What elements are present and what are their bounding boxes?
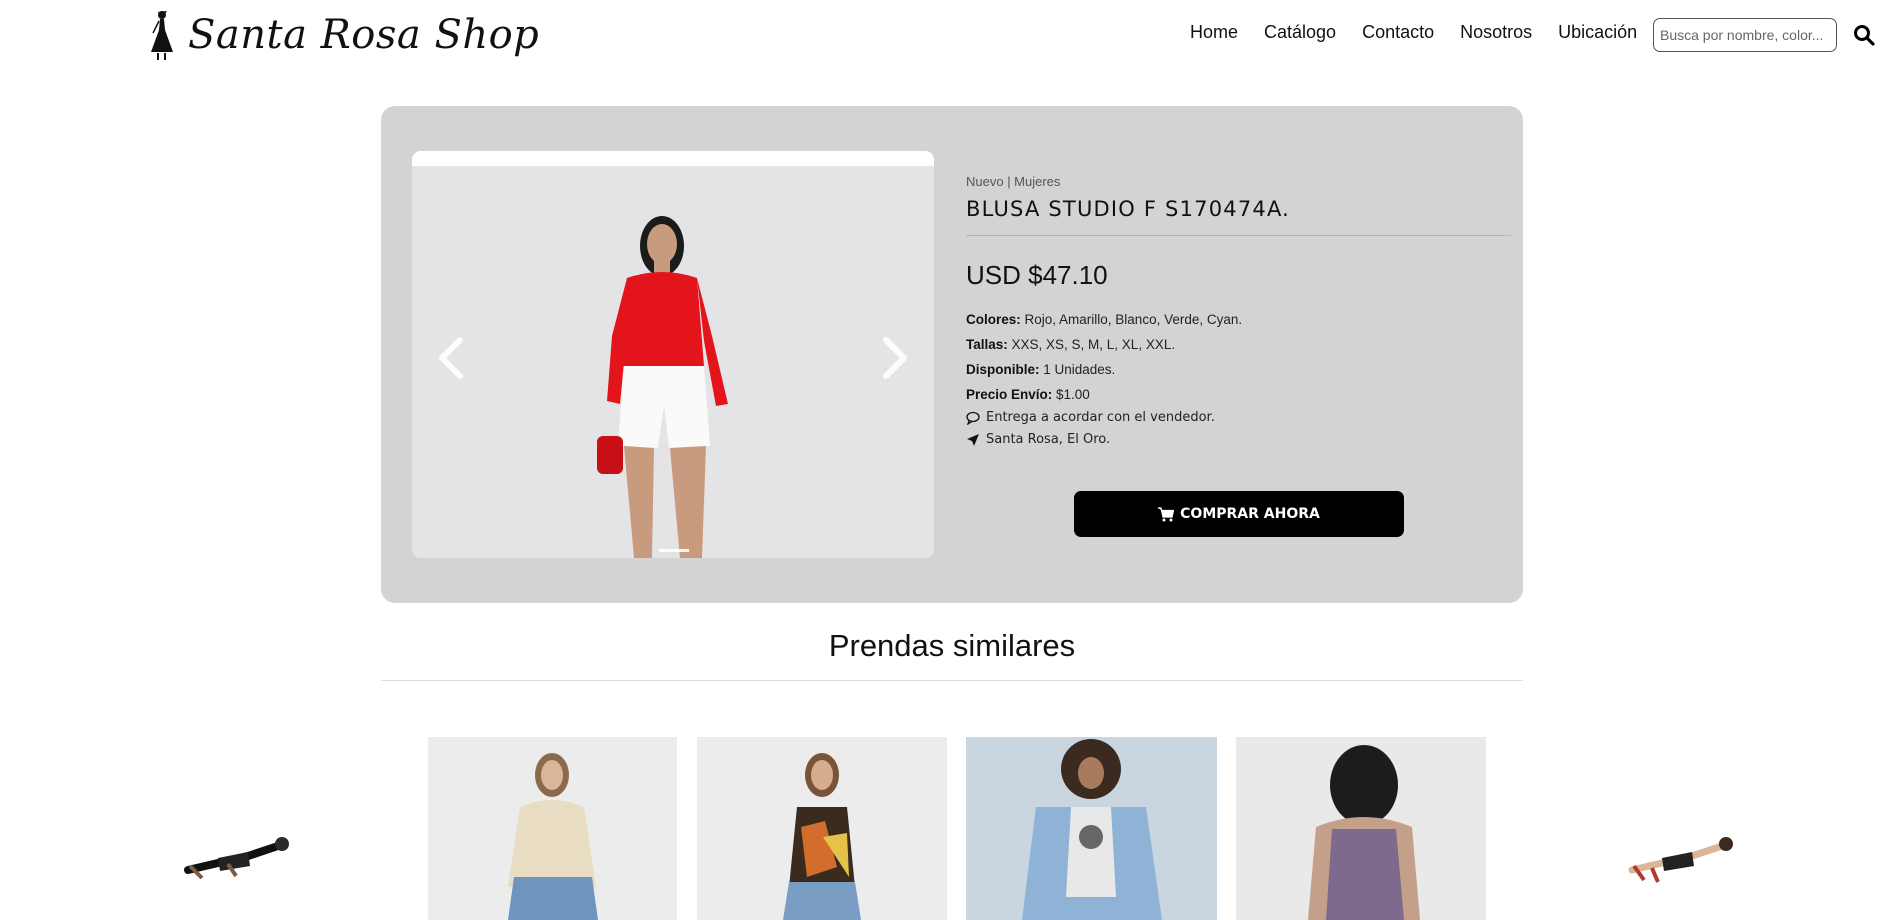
carousel-next-model-icon[interactable] (1622, 808, 1742, 888)
buy-now-button[interactable]: COMPRAR AHORA (1074, 491, 1404, 537)
product-info: Nuevo | Mujeres BLUSA STUDIO F S170474A.… (966, 174, 1511, 451)
purple-knit-top-back-image (1236, 737, 1486, 920)
product-carousel[interactable] (412, 151, 934, 558)
nav-catalogo[interactable]: Catálogo (1264, 22, 1336, 43)
spec-available: Disponible: 1 Unidades. (966, 357, 1511, 382)
shopping-cart-icon (1158, 506, 1175, 521)
model-red-top-image (412, 166, 934, 558)
similar-item-3[interactable] (966, 737, 1217, 920)
lady-silhouette-icon (151, 11, 173, 60)
similar-title: Prendas similares (828, 628, 1076, 663)
spec-value: 1 Unidades. (1039, 362, 1116, 377)
spec-label: Precio Envío: (966, 387, 1053, 402)
spec-label: Disponible: (966, 362, 1040, 377)
similar-item-1[interactable] (428, 737, 677, 920)
product-panel: Nuevo | Mujeres BLUSA STUDIO F S170474A.… (381, 106, 1523, 603)
spec-value: XXS, XS, S, M, L, XL, XXL. (1007, 337, 1176, 352)
nav-nosotros[interactable]: Nosotros (1460, 22, 1532, 43)
spec-value: Rojo, Amarillo, Blanco, Verde, Cyan. (1020, 312, 1243, 327)
spec-label: Tallas: (966, 337, 1008, 352)
similar-item-4[interactable] (1236, 737, 1486, 920)
spec-colors: Colores: Rojo, Amarillo, Blanco, Verde, … (966, 307, 1511, 332)
search-icon[interactable] (1852, 23, 1876, 47)
delivery-note: Entrega a acordar con el vendedor. (966, 407, 1511, 429)
navbar: Santa Rosa Shop Home Catálogo Contacto N… (0, 0, 1903, 68)
similar-item-2[interactable] (697, 737, 947, 920)
carousel-prev-icon[interactable] (434, 336, 470, 380)
spec-value: $1.00 (1052, 387, 1090, 402)
location-note: Santa Rosa, El Oro. (966, 429, 1511, 451)
carousel-prev-model-icon[interactable] (178, 808, 298, 888)
nav-links: Home Catálogo Contacto Nosotros Ubicació… (1190, 22, 1637, 43)
location-arrow-icon (967, 434, 979, 446)
spec-sizes: Tallas: XXS, XS, S, M, L, XL, XXL. (966, 332, 1511, 357)
product-title: BLUSA STUDIO F S170474A. (966, 197, 1291, 221)
nav-contacto[interactable]: Contacto (1362, 22, 1434, 43)
product-price: USD $47.10 (966, 260, 1108, 290)
product-specs: Colores: Rojo, Amarillo, Blanco, Verde, … (966, 307, 1511, 407)
carousel-next-icon[interactable] (876, 336, 912, 380)
beige-shirt-jeans-image (428, 737, 677, 920)
denim-jacket-image (966, 737, 1217, 920)
printed-halter-top-image (697, 737, 947, 920)
similar-divider (381, 680, 1523, 681)
title-divider (966, 235, 1511, 236)
breadcrumb: Nuevo | Mujeres (966, 174, 1061, 189)
carousel-indicator[interactable] (659, 549, 689, 552)
chat-bubble-icon (966, 411, 980, 425)
buy-now-label: COMPRAR AHORA (1180, 506, 1320, 522)
nav-ubicacion[interactable]: Ubicación (1558, 22, 1637, 43)
carousel-topbar (412, 151, 934, 166)
brand-name: Santa Rosa Shop (188, 12, 540, 58)
nav-home[interactable]: Home (1190, 22, 1238, 43)
spec-label: Colores: (966, 312, 1021, 327)
location-text: Santa Rosa, El Oro. (986, 432, 1111, 447)
spec-shipping: Precio Envío: $1.00 (966, 382, 1511, 407)
search-input[interactable] (1653, 18, 1837, 52)
delivery-text: Entrega a acordar con el vendedor. (986, 410, 1215, 425)
brand[interactable]: Santa Rosa Shop (146, 8, 539, 62)
